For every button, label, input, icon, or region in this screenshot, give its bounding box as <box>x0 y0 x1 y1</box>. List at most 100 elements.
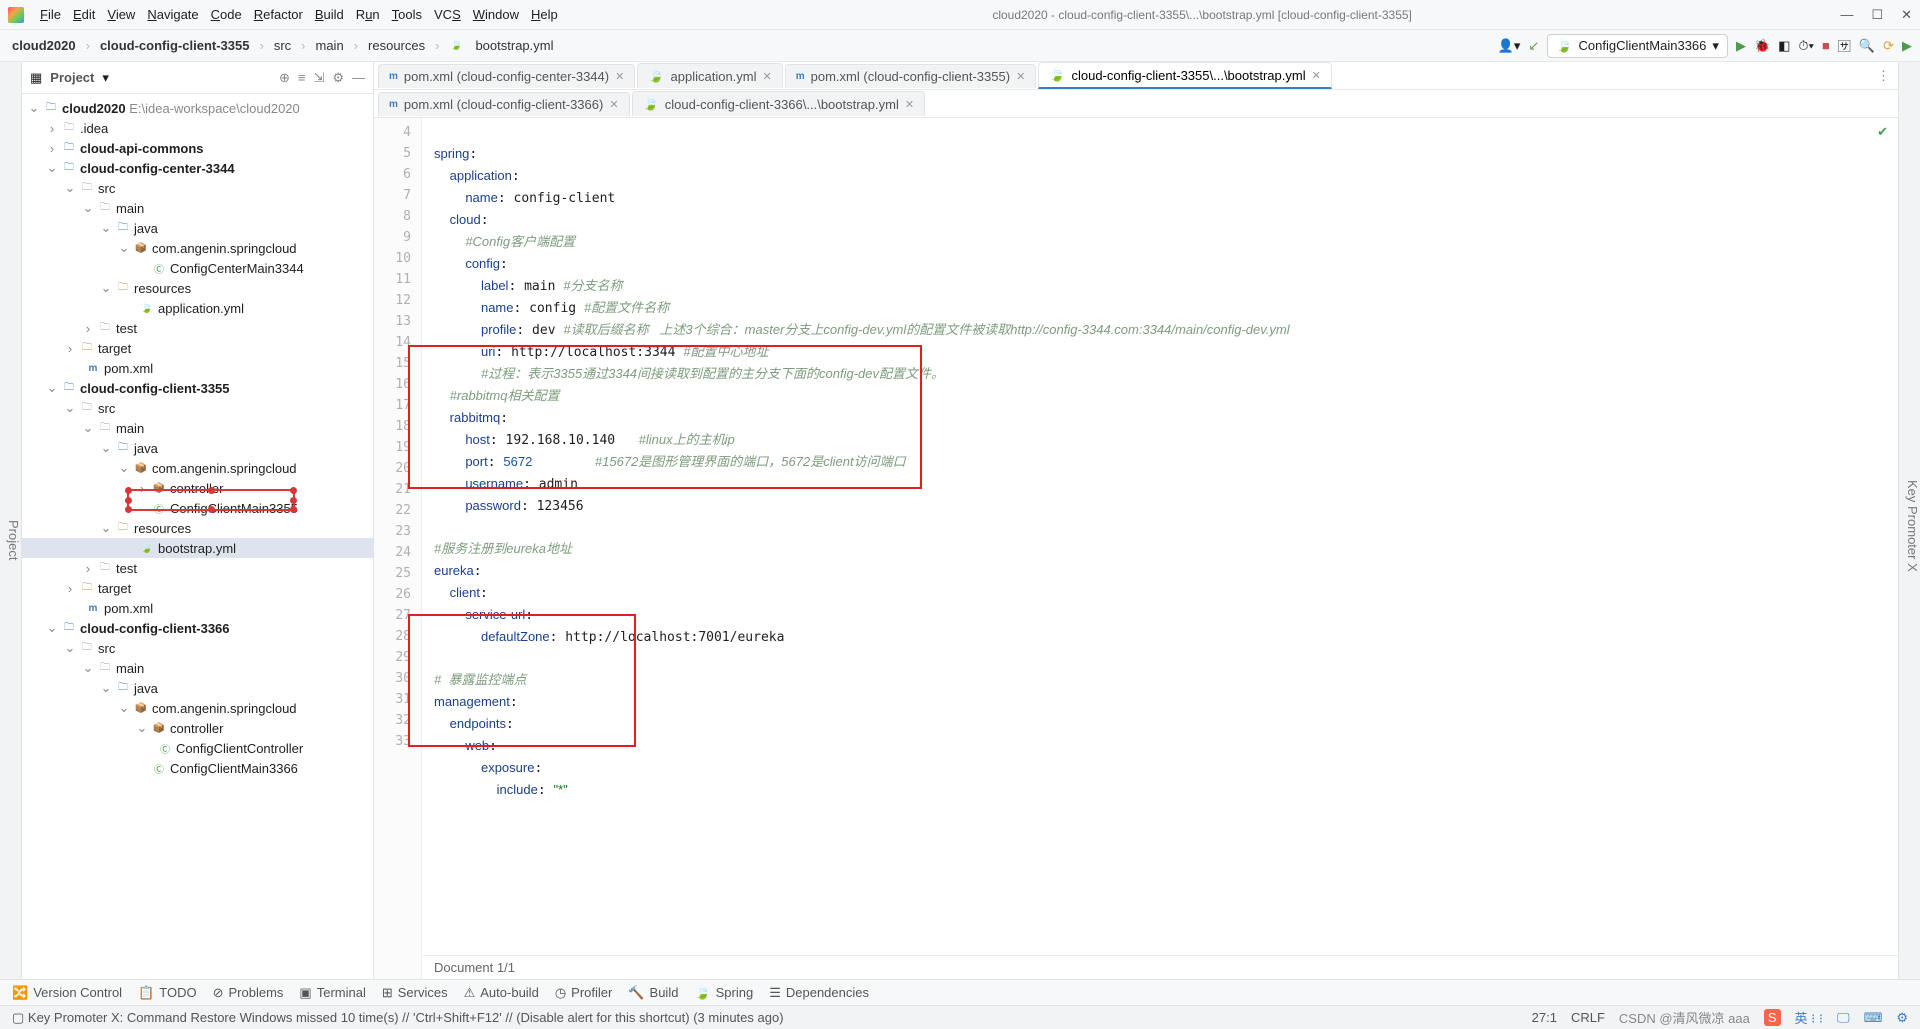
close-icon[interactable]: ✕ <box>905 98 914 111</box>
bc-root[interactable]: cloud2020 <box>8 36 80 55</box>
tab-overflow-icon[interactable]: ⋮ <box>1877 68 1890 84</box>
lang-indicator[interactable]: 英 ⁝ ⁝ <box>1795 1008 1824 1027</box>
editor-body[interactable]: 4567891011121314151617181920212223242526… <box>374 118 1898 979</box>
tree-resources[interactable]: resources <box>134 281 191 296</box>
tree-test[interactable]: test <box>116 321 137 336</box>
menu-code[interactable]: Code <box>205 5 248 24</box>
menu-run[interactable]: Run <box>350 5 386 24</box>
project-tree[interactable]: ⌄🗀cloud2020 E:\idea-workspace\cloud2020 … <box>22 94 373 979</box>
collapse-icon[interactable]: ⇲ <box>313 70 324 86</box>
chevron-down-icon[interactable]: ▾ <box>102 70 109 86</box>
tree-java[interactable]: java <box>134 221 158 236</box>
tree-root[interactable]: cloud2020 <box>62 101 126 116</box>
tree-java2[interactable]: java <box>134 441 158 456</box>
tree-mod4[interactable]: cloud-config-client-3366 <box>80 621 230 636</box>
inspection-ok-icon[interactable]: ✔ <box>1877 124 1888 140</box>
search-icon[interactable]: 🔍 <box>1859 38 1875 54</box>
status-icon3[interactable]: ⚙ <box>1896 1010 1908 1026</box>
close-icon[interactable]: ✕ <box>1016 70 1025 83</box>
stripe-project[interactable]: Project <box>6 520 21 560</box>
tool-deps[interactable]: ☰ Dependencies <box>769 985 869 1001</box>
menu-edit[interactable]: Edit <box>67 5 101 24</box>
tree-mod2[interactable]: cloud-config-center-3344 <box>80 161 235 176</box>
tree-pom2[interactable]: pom.xml <box>104 601 153 616</box>
tree-mod1[interactable]: cloud-api-commons <box>80 141 204 156</box>
menu-refactor[interactable]: Refactor <box>248 5 309 24</box>
tab-pom-3355[interactable]: mpom.xml (cloud-config-client-3355)✕ <box>785 64 1037 88</box>
tree-src2[interactable]: src <box>98 401 115 416</box>
tree-client-ctrl[interactable]: ConfigClientController <box>176 741 303 756</box>
tree-client-main2[interactable]: ConfigClientMain3366 <box>170 761 298 776</box>
tree-main[interactable]: main <box>116 201 144 216</box>
project-view-label[interactable]: Project <box>50 70 94 85</box>
bc-file[interactable]: bootstrap.yml <box>471 36 557 55</box>
bc-main[interactable]: main <box>312 36 348 55</box>
tree-java3[interactable]: java <box>134 681 158 696</box>
tree-main3[interactable]: main <box>116 661 144 676</box>
close-icon[interactable]: ✕ <box>609 98 618 111</box>
minimize-button[interactable]: — <box>1840 7 1853 23</box>
tree-target[interactable]: target <box>98 341 131 356</box>
input-method-icon[interactable]: S <box>1764 1009 1781 1026</box>
tool-autobuild[interactable]: ⚠ Auto-build <box>464 985 539 1001</box>
maximize-button[interactable]: ☐ <box>1871 7 1883 23</box>
tool-services[interactable]: ⊞ Services <box>382 985 448 1001</box>
tab-app-yml[interactable]: 🍃application.yml✕ <box>637 63 782 88</box>
tree-src[interactable]: src <box>98 181 115 196</box>
status-icon1[interactable]: 🖵 <box>1837 1010 1850 1026</box>
close-icon[interactable]: ✕ <box>763 70 772 83</box>
status-icon2[interactable]: ⌨ <box>1864 1010 1883 1026</box>
tree-resources2[interactable]: resources <box>134 521 191 536</box>
bc-src[interactable]: src <box>270 36 295 55</box>
run-button[interactable]: ▶ <box>1736 38 1746 54</box>
menu-vcs[interactable]: VCS <box>428 5 467 24</box>
tree-client-main[interactable]: ConfigClientMain3355 <box>170 501 298 516</box>
tree-src3[interactable]: src <box>98 641 115 656</box>
build-hammer-icon[interactable]: ↙ <box>1528 38 1539 54</box>
hide-icon[interactable]: — <box>352 70 365 86</box>
tab-bootstrap-3366[interactable]: 🍃cloud-config-client-3366\...\bootstrap.… <box>632 91 926 116</box>
tree-idea[interactable]: .idea <box>80 121 108 136</box>
stop-button[interactable]: ■ <box>1822 38 1830 53</box>
tab-pom-3366[interactable]: mpom.xml (cloud-config-client-3366)✕ <box>378 92 630 116</box>
tool-vcs[interactable]: 🔀 Version Control <box>12 985 122 1001</box>
menu-help[interactable]: Help <box>525 5 564 24</box>
tree-pom[interactable]: pom.xml <box>104 361 153 376</box>
tree-pkg[interactable]: com.angenin.springcloud <box>152 241 297 256</box>
tree-controller[interactable]: controller <box>170 481 223 496</box>
menu-navigate[interactable]: Navigate <box>141 5 204 24</box>
menu-window[interactable]: Window <box>467 5 525 24</box>
bc-module[interactable]: cloud-config-client-3355 <box>96 36 254 55</box>
menu-tools[interactable]: Tools <box>386 5 428 24</box>
user-icon[interactable]: 👤▾ <box>1498 38 1521 54</box>
ide-update-icon[interactable]: ▶ <box>1902 38 1912 54</box>
tree-selected-file[interactable]: 🍃bootstrap.yml <box>22 538 373 558</box>
code-content[interactable]: spring: application: name: config-client… <box>422 118 1898 979</box>
close-icon[interactable]: ✕ <box>615 70 624 83</box>
tool-terminal[interactable]: ▣ Terminal <box>299 985 365 1001</box>
bc-resources[interactable]: resources <box>364 36 429 55</box>
profile-button[interactable]: ⏱▾ <box>1798 38 1814 54</box>
tree-main-class[interactable]: ConfigCenterMain3344 <box>170 261 304 276</box>
close-button[interactable]: ✕ <box>1901 7 1912 23</box>
tab-pom-center[interactable]: mpom.xml (cloud-config-center-3344)✕ <box>378 64 635 88</box>
close-icon[interactable]: ✕ <box>1312 69 1321 82</box>
menu-build[interactable]: Build <box>309 5 350 24</box>
line-ending[interactable]: CRLF <box>1571 1010 1605 1025</box>
tree-controller2[interactable]: controller <box>170 721 223 736</box>
caret-position[interactable]: 27:1 <box>1532 1010 1557 1025</box>
tool-spring[interactable]: 🍃 Spring <box>694 985 753 1001</box>
tool-profiler[interactable]: ◷ Profiler <box>555 985 613 1001</box>
debug-button[interactable]: 🐞 <box>1754 38 1770 54</box>
tool-todo[interactable]: 📋 TODO <box>138 985 197 1001</box>
tree-test2[interactable]: test <box>116 561 137 576</box>
sync-icon[interactable]: ⟳ <box>1883 38 1894 54</box>
tree-pkg2[interactable]: com.angenin.springcloud <box>152 461 297 476</box>
tab-bootstrap-3355[interactable]: 🍃cloud-config-client-3355\...\bootstrap.… <box>1038 62 1332 89</box>
tree-main2[interactable]: main <box>116 421 144 436</box>
tree-target2[interactable]: target <box>98 581 131 596</box>
coverage-button[interactable]: ◧ <box>1778 38 1790 54</box>
tool-problems[interactable]: ⊘ Problems <box>213 985 284 1001</box>
tree-appyml[interactable]: application.yml <box>158 301 244 316</box>
tool-build[interactable]: 🔨 Build <box>628 985 678 1001</box>
